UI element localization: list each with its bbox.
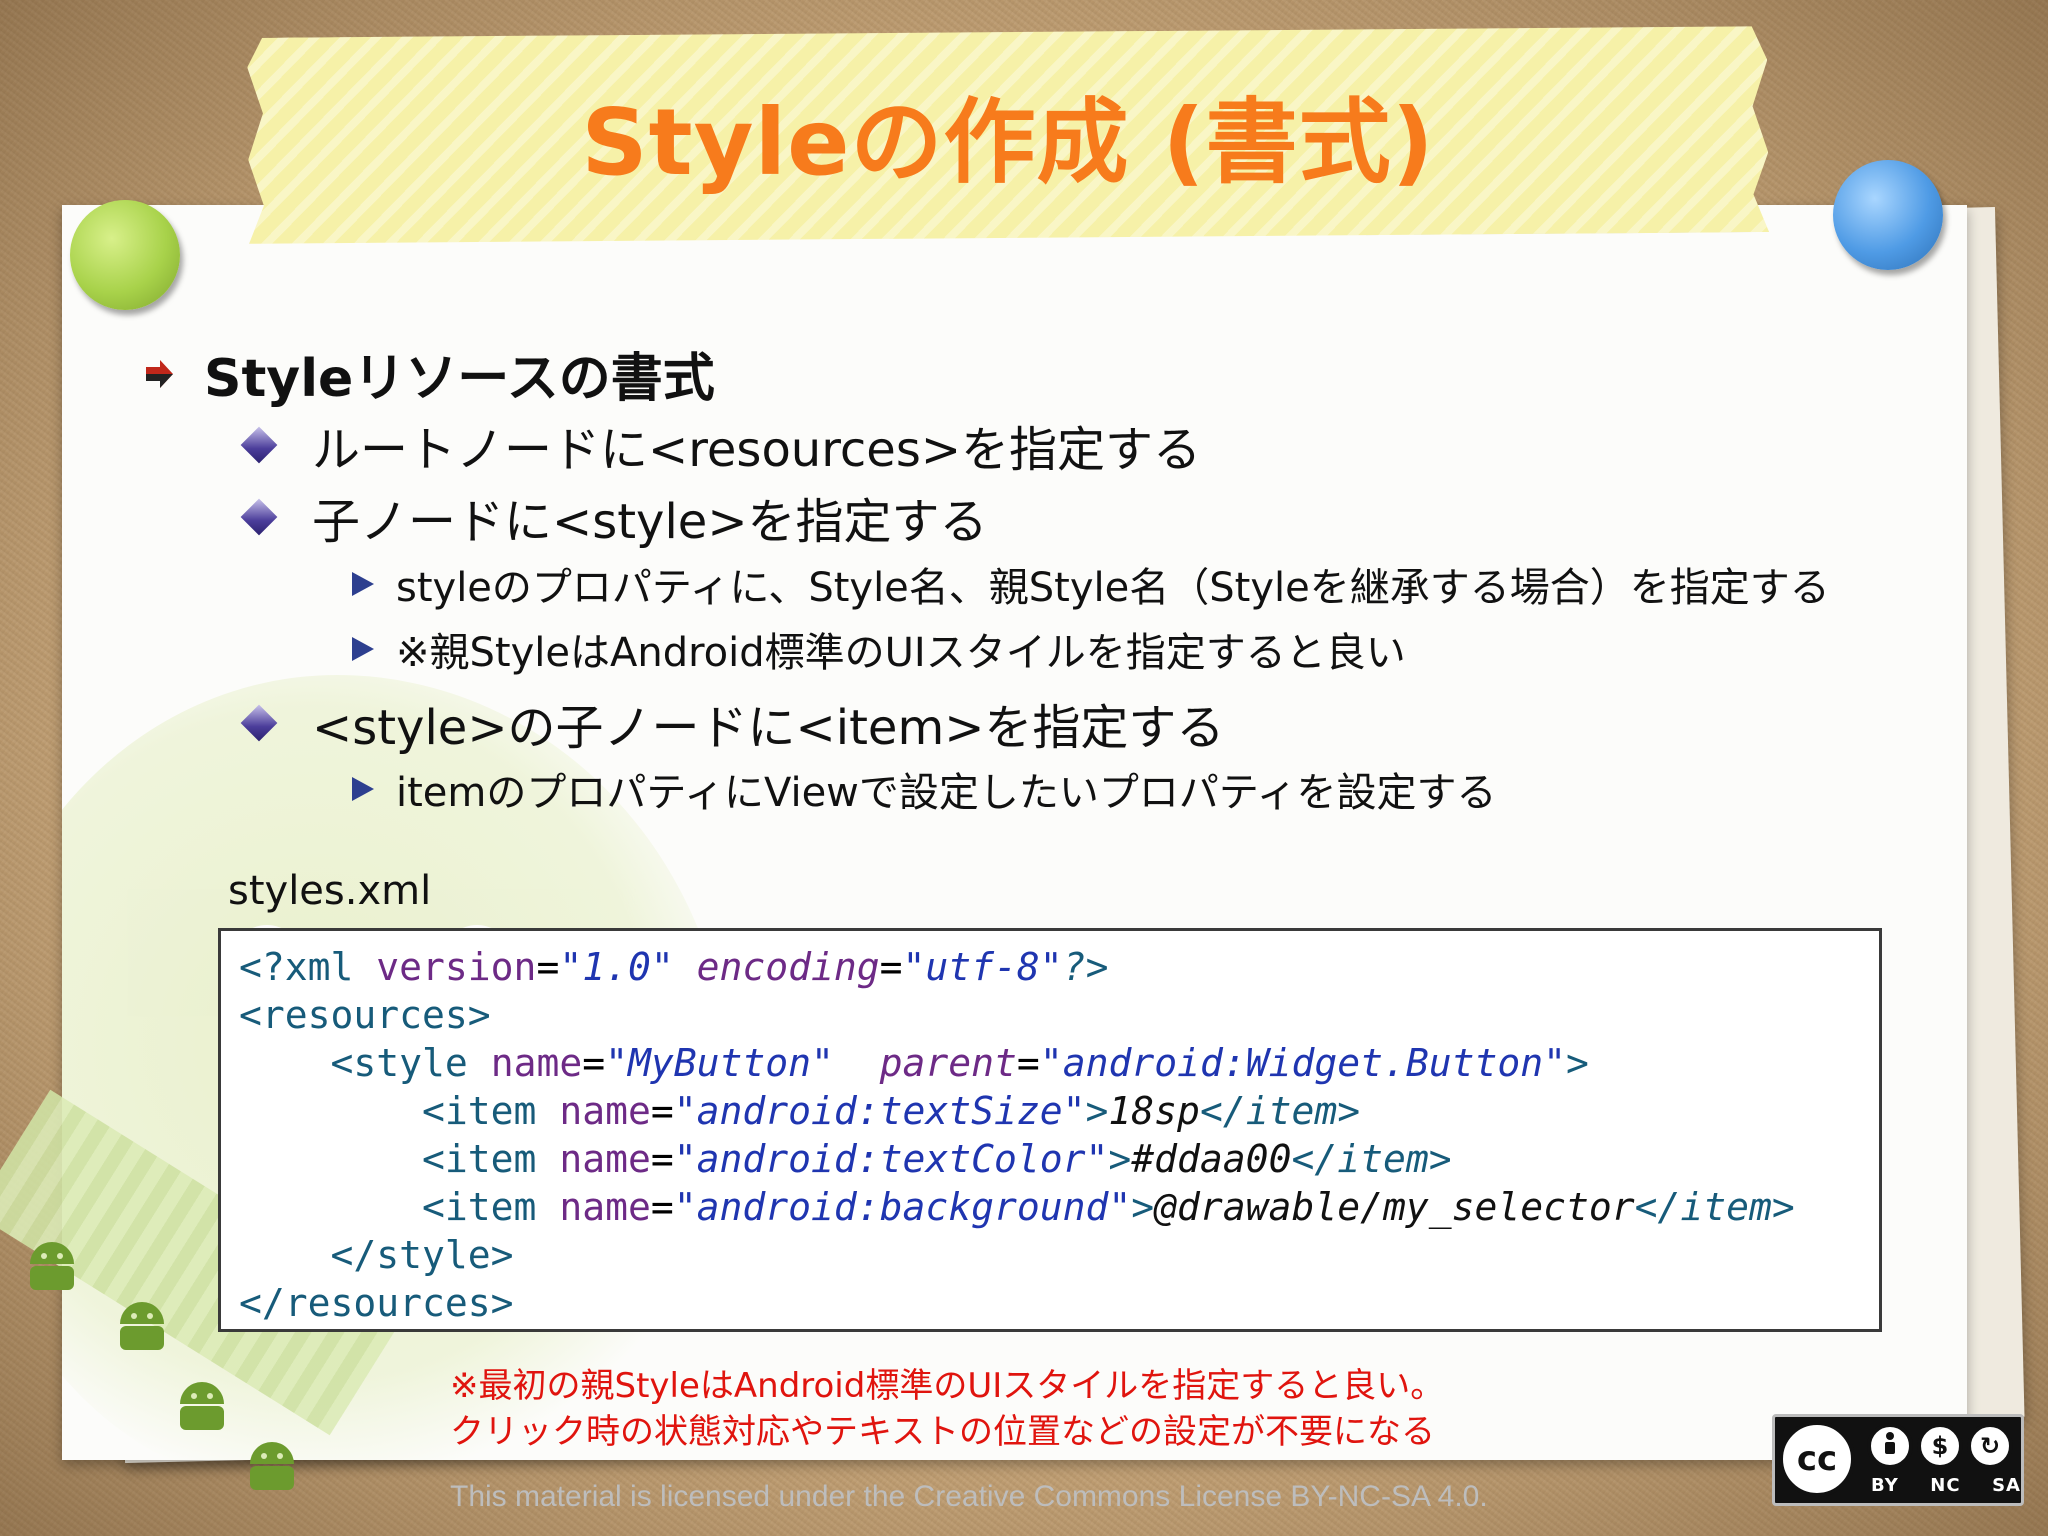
purple-diamond-bullet-icon bbox=[240, 704, 278, 742]
bullet-text: ルートノードに<resources>を指定する bbox=[312, 422, 1202, 478]
note-line: クリック時の状態対応やテキストの位置などの設定が不要になる bbox=[450, 1412, 1435, 1452]
bullet-text: ※親StyleはAndroid標準のUIスタイルを指定すると良い bbox=[396, 630, 1406, 676]
cc-labels: BY NC SA bbox=[1871, 1475, 2021, 1496]
noncommercial-icon: $ bbox=[1917, 1423, 1963, 1469]
attribution-icon bbox=[1867, 1423, 1913, 1469]
note-line: ※最初の親StyleはAndroid標準のUIスタイルを指定すると良い。 bbox=[450, 1366, 1445, 1406]
code-filename: styles.xml bbox=[228, 868, 432, 914]
bullet-level3: styleのプロパティに、Style名、親Style名（Styleを継承する場合… bbox=[352, 555, 1830, 613]
bullet-text: Styleリソースの書式 bbox=[204, 349, 715, 409]
license-text: This material is licensed under the Crea… bbox=[450, 1480, 1488, 1513]
cc-label-sa: SA bbox=[1992, 1475, 2021, 1496]
code-line: <style name="MyButton" parent="android:W… bbox=[330, 1041, 1589, 1085]
code-line: <?xml version="1.0" encoding="utf-8"?> bbox=[239, 945, 1109, 989]
blue-triangle-bullet-icon bbox=[352, 777, 374, 801]
slide-content: Styleリソースの書式 ルートノードに<resources>を指定する 子ノー… bbox=[0, 0, 2048, 1536]
red-arrow-bullet-icon bbox=[146, 359, 173, 388]
code-line: </resources> bbox=[239, 1281, 514, 1325]
code-line: </style> bbox=[330, 1233, 514, 1277]
bullet-level2: ルートノードに<resources>を指定する bbox=[240, 410, 1201, 480]
cc-logo-icon: cc bbox=[1779, 1421, 1855, 1497]
bullet-text: <style>の子ノードに<item>を指定する bbox=[312, 700, 1225, 756]
bullet-text: 子ノードに<style>を指定する bbox=[312, 494, 988, 550]
code-line: <item name="android:textColor">#ddaa00</… bbox=[422, 1137, 1452, 1181]
code-line: <resources> bbox=[239, 993, 491, 1037]
creative-commons-icon: cc $ ↻ BY NC SA bbox=[1772, 1414, 2024, 1506]
bullet-text: styleのプロパティに、Style名、親Style名（Styleを継承する場合… bbox=[396, 565, 1830, 611]
bullet-level1: Styleリソースの書式 bbox=[142, 336, 715, 411]
bullet-level2: <style>の子ノードに<item>を指定する bbox=[240, 688, 1224, 758]
blue-triangle-bullet-icon bbox=[352, 572, 374, 596]
code-block: <?xml version="1.0" encoding="utf-8"?> <… bbox=[218, 928, 1882, 1332]
purple-diamond-bullet-icon bbox=[240, 426, 278, 464]
bullet-level2: 子ノードに<style>を指定する bbox=[240, 482, 988, 552]
sharealike-icon: ↻ bbox=[1967, 1423, 2013, 1469]
bullet-level3: ※親StyleはAndroid標準のUIスタイルを指定すると良い bbox=[352, 620, 1406, 678]
cc-label-by: BY bbox=[1871, 1475, 1899, 1496]
bullet-text: itemのプロパティにViewで設定したいプロパティを設定する bbox=[396, 770, 1497, 816]
cc-label-nc: NC bbox=[1930, 1475, 1961, 1496]
blue-triangle-bullet-icon bbox=[352, 637, 374, 661]
code-line: <item name="android:background">@drawabl… bbox=[422, 1185, 1795, 1229]
purple-diamond-bullet-icon bbox=[240, 498, 278, 536]
code-line: <item name="android:textSize">18sp</item… bbox=[422, 1089, 1361, 1133]
bullet-level3: itemのプロパティにViewで設定したいプロパティを設定する bbox=[352, 760, 1497, 818]
